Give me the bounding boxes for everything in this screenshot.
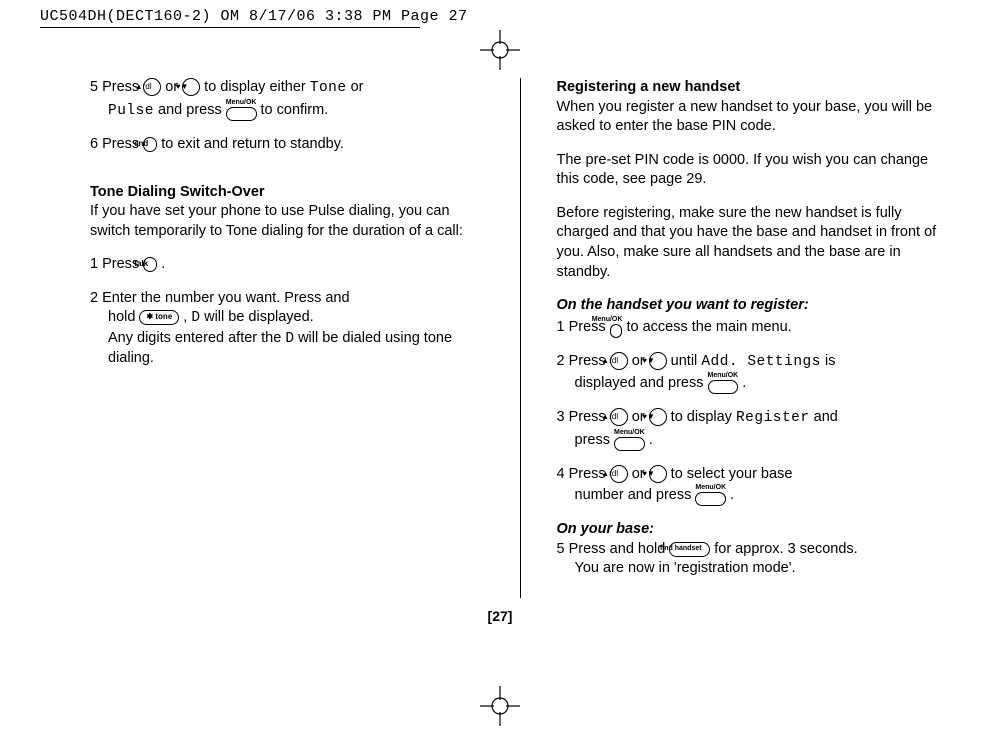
- d-char: D: [285, 331, 294, 347]
- tone-dialing-para: If you have set your phone to use Pulse …: [90, 202, 484, 241]
- header-rule: [40, 27, 420, 28]
- registering-heading: Registering a new handset: [557, 78, 951, 98]
- menu-ok-icon: Menu/OK: [610, 316, 623, 338]
- text: to display either: [204, 79, 310, 95]
- menu-ok-icon: Menu/OK: [614, 429, 645, 451]
- text: hold: [108, 309, 139, 325]
- on-base-sub: On your base:: [557, 520, 951, 540]
- crop-mark-top: [480, 30, 520, 70]
- down-icon: ♥▼: [649, 408, 667, 426]
- text: or: [351, 79, 364, 95]
- down-icon: ♥▼: [649, 352, 667, 370]
- right-step-2: 2 Press ▲rdl or ♥▼ until Add. Settings i…: [557, 352, 951, 373]
- right-step-4: 4 Press ▲rdl or ♥▼ to select your base: [557, 465, 951, 485]
- up-icon: ▲rdl: [610, 408, 628, 426]
- text: for approx. 3 seconds.: [714, 541, 857, 557]
- text: .: [742, 375, 746, 391]
- left-step-6: 6 Press end to exit and return to standb…: [90, 135, 484, 155]
- registering-para2: The pre-set PIN code is 0000. If you wis…: [557, 151, 951, 190]
- right-step-3: 3 Press ▲rdl or ♥▼ to display Register a…: [557, 408, 951, 429]
- tone-key-icon: ✱ tone: [139, 310, 179, 325]
- text: Any digits entered after the: [108, 330, 285, 346]
- register-text: Register: [736, 410, 810, 426]
- menu-ok-icon: Menu/OK: [708, 372, 739, 394]
- menu-ok-icon: Menu/OK: [226, 99, 257, 121]
- column-divider: [520, 78, 521, 598]
- left-step-1: 1 Press talk .: [90, 255, 484, 275]
- text: to exit and return to standby.: [161, 136, 344, 152]
- pulse-text: Pulse: [108, 102, 154, 118]
- left-step-2-cont1: hold ✱ tone , D will be displayed.: [90, 308, 484, 329]
- right-step-5: 5 Press and hold find handset for approx…: [557, 540, 951, 560]
- text: to select your base: [671, 466, 793, 482]
- text: until: [671, 353, 702, 369]
- text: .: [161, 256, 165, 272]
- talk-icon: talk: [143, 257, 157, 272]
- text: to confirm.: [261, 101, 329, 117]
- up-icon: ▲rdl: [610, 352, 628, 370]
- right-step-3-cont: press Menu/OK .: [557, 429, 951, 451]
- text: and: [814, 409, 838, 425]
- on-handset-sub: On the handset you want to register:: [557, 296, 951, 316]
- text: displayed and press: [575, 375, 708, 391]
- right-column: Registering a new handset When you regis…: [557, 78, 951, 598]
- up-icon: ▲rdl: [143, 78, 161, 96]
- registering-para1: When you register a new handset to your …: [557, 98, 951, 137]
- down-icon: ♥▼: [649, 465, 667, 483]
- left-step-2: 2 Enter the number you want. Press and: [90, 289, 484, 309]
- text: number and press: [575, 487, 696, 503]
- two-column-layout: 5 Press ▲rdl or ♥▼ to display either Ton…: [90, 78, 950, 598]
- left-column: 5 Press ▲rdl or ♥▼ to display either Ton…: [90, 78, 484, 598]
- end-icon: end: [143, 137, 157, 152]
- down-icon: ♥▼: [182, 78, 200, 96]
- left-step-5-cont: Pulse and press Menu/OK to confirm.: [90, 99, 484, 121]
- right-step-5-cont: You are now in 'registration mode'.: [557, 559, 951, 579]
- text: is: [825, 353, 835, 369]
- tone-dialing-heading: Tone Dialing Switch-Over: [90, 183, 484, 203]
- menu-ok-icon: Menu/OK: [695, 484, 726, 506]
- right-step-4-cont: number and press Menu/OK .: [557, 484, 951, 506]
- left-step-5: 5 Press ▲rdl or ♥▼ to display either Ton…: [90, 78, 484, 99]
- add-settings-text: Add. Settings: [701, 354, 821, 370]
- find-handset-icon: find handset: [669, 542, 710, 557]
- registering-para3: Before registering, make sure the new ha…: [557, 204, 951, 282]
- left-step-2-cont2: Any digits entered after the D will be d…: [90, 329, 484, 369]
- tone-text: Tone: [310, 80, 347, 96]
- text: to access the main menu.: [626, 318, 791, 334]
- text: will be displayed.: [204, 309, 314, 325]
- print-header: UC504DH(DECT160-2) OM 8/17/06 3:38 PM Pa…: [0, 0, 1000, 27]
- page-number: [27]: [0, 608, 1000, 624]
- text: press: [575, 432, 615, 448]
- up-icon: ▲rdl: [610, 465, 628, 483]
- right-step-2-cont: displayed and press Menu/OK .: [557, 372, 951, 394]
- text: 5 Press and hold: [557, 541, 670, 557]
- text: and press: [158, 101, 226, 117]
- text: .: [730, 487, 734, 503]
- d-char: D: [191, 310, 200, 326]
- text: to display: [671, 409, 736, 425]
- right-step-1: 1 Press Menu/OK to access the main menu.: [557, 316, 951, 338]
- text: .: [649, 432, 653, 448]
- crop-mark-bottom: [480, 686, 520, 726]
